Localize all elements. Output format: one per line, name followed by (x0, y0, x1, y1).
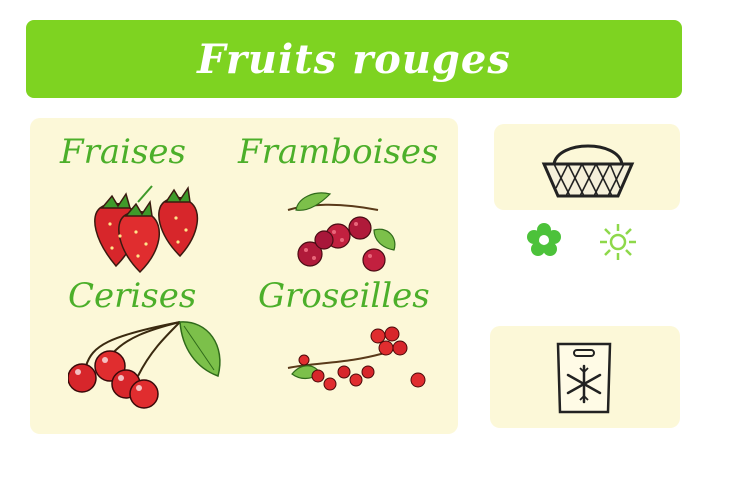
page-title: Fruits rouges (197, 35, 511, 83)
fruit-label: Framboises (238, 132, 439, 172)
basket-icon (541, 144, 635, 198)
fruit-strawberries: Fraises (60, 132, 260, 282)
fruit-label: Cerises (68, 276, 197, 316)
fruit-label: Groseilles (258, 276, 430, 316)
title-banner: Fruits rouges (26, 20, 682, 98)
flower-icon (527, 223, 561, 256)
fruit-cherries: Cerises (68, 276, 268, 426)
freezer-box (490, 326, 680, 428)
fruit-raspberries: Framboises (238, 132, 438, 282)
freezer-bag-icon (556, 342, 612, 414)
basket-box (494, 124, 680, 210)
fruit-label: Fraises (60, 132, 187, 172)
fruit-redcurrants: Groseilles (258, 276, 458, 426)
fruits-panel: Fraises Framboises Cerises Groseilles (30, 118, 458, 434)
sun-icon (600, 224, 636, 260)
